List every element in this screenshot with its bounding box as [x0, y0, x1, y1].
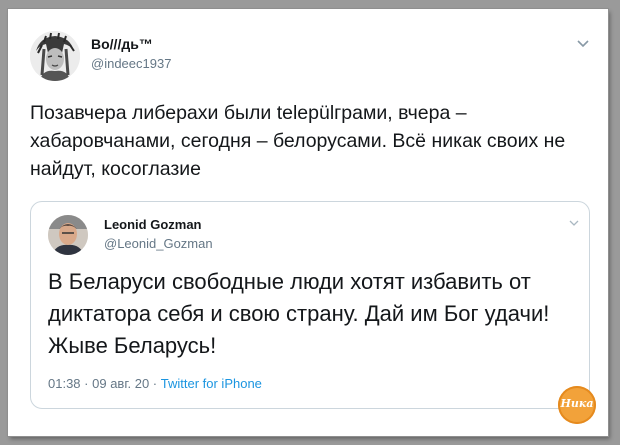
quoted-author-handle[interactable]: @Leonid_Gozman: [104, 236, 213, 251]
chevron-down-icon[interactable]: [575, 35, 591, 51]
author-handle[interactable]: @indeec1937: [91, 56, 171, 71]
avatar-portrait-icon: [30, 31, 80, 81]
tweet-card: Bo///дь™ @indeec1937 Позавчера либерахи …: [8, 9, 608, 436]
avatar[interactable]: [30, 31, 80, 81]
quoted-tweet[interactable]: Leonid Gozman @Leonid_Gozman В Беларуси …: [30, 201, 590, 409]
meta-separator: ·: [152, 376, 161, 391]
tweet-time[interactable]: 01:38: [48, 376, 81, 391]
quoted-avatar-portrait-icon: [48, 215, 88, 255]
author-name[interactable]: Bo///дь™: [91, 36, 153, 52]
tweet-text: Позавчера либерахи были települграми, вч…: [30, 102, 566, 180]
quoted-author-name[interactable]: Leonid Gozman: [104, 217, 202, 232]
tweet-date[interactable]: 09 авг. 20: [92, 376, 149, 391]
quoted-tweet-text: В Беларуси свободные люди хотят избавить…: [48, 269, 550, 358]
tweet-source[interactable]: Twitter for iPhone: [161, 376, 262, 391]
watermark-logo: Ника: [558, 386, 596, 424]
watermark-text: Ника: [560, 397, 594, 410]
meta-separator: ·: [84, 376, 93, 391]
quoted-avatar[interactable]: [48, 215, 88, 255]
quoted-chevron-down-icon[interactable]: [568, 217, 580, 229]
quoted-tweet-meta: 01:38 · 09 авг. 20 · Twitter for iPhone: [48, 376, 262, 391]
